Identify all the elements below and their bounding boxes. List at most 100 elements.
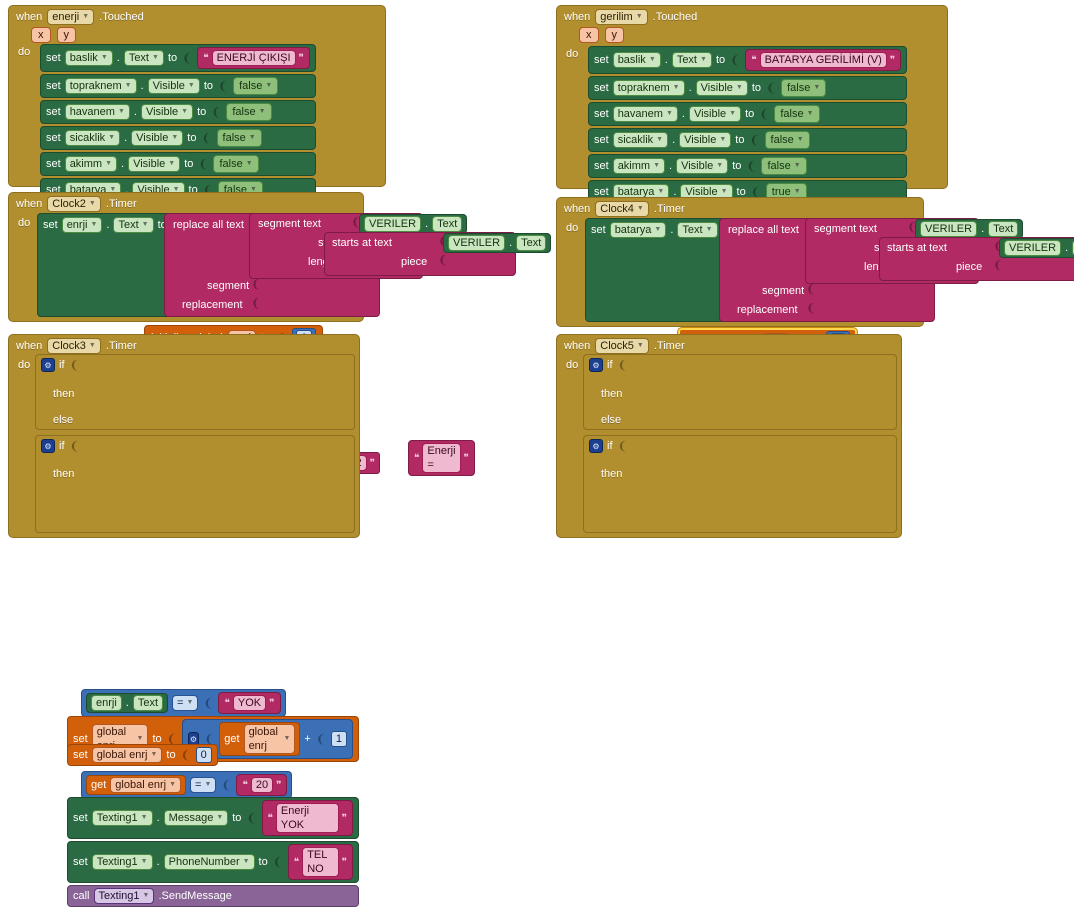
setter-row[interactable]: set Texting1 ▼ . PhoneNumber ▼ to ❨ ❝ TEL …	[67, 841, 359, 883]
property-field[interactable]: Visible▼	[131, 130, 184, 146]
property-field[interactable]: Text	[132, 695, 164, 711]
component-field[interactable]: baslik ▼	[612, 52, 661, 68]
compare-value[interactable]: 20	[250, 777, 274, 793]
property-field[interactable]: Visible▼	[128, 156, 181, 172]
property-field[interactable]: Text	[988, 221, 1019, 237]
variable-field[interactable]: global enrj▼	[110, 777, 181, 793]
property-field[interactable]: Visible▼	[695, 80, 748, 96]
compare-block-2[interactable]: get global enrj ▼ = ▼ ❨ ❝ 20 ❞	[81, 771, 293, 799]
setter-row[interactable]: set sicaklik ▼ . Visible ▼ to ❨ false ▼	[40, 126, 316, 150]
blocks-canvas[interactable]: when enerji ▼ .Touched x y do set baslik ▼…	[0, 0, 1074, 907]
gear-icon[interactable]: ⚙	[589, 358, 603, 372]
event-component-field[interactable]: Clock5 ▼	[595, 338, 649, 354]
property-field[interactable]: Text	[516, 235, 547, 251]
if-block-1[interactable]: ⚙ if ❨ then else	[35, 354, 355, 430]
gear-icon[interactable]: ⚙	[41, 439, 55, 453]
component-field[interactable]: akimm ▼	[64, 156, 118, 172]
component-field[interactable]: VERILER	[448, 235, 506, 251]
property-field[interactable]: Message ▼	[163, 810, 229, 826]
if-block-1[interactable]: ⚙ if ❨ then else	[583, 354, 897, 430]
component-field[interactable]: batarya ▼	[609, 222, 667, 238]
property-field[interactable]: Text	[432, 216, 463, 232]
event-component-field[interactable]: Clock3 ▼	[47, 338, 101, 354]
setter-row[interactable]: set havanem ▼ . Visible ▼ to ❨ false ▼	[588, 102, 908, 126]
setter-row[interactable]: set baslik ▼ . Text ▼ to ❨ ❝ ENERJİ ÇIKIŞI…	[40, 44, 316, 72]
variable-field[interactable]: global enrj▼	[243, 724, 296, 754]
event-block-gerilim-touched[interactable]: when gerilim ▼ .Touched x y do set baslik…	[556, 5, 948, 256]
param-y[interactable]: y	[56, 27, 76, 43]
property-field[interactable]: PhoneNumber ▼	[163, 854, 255, 870]
text-value[interactable]: TEL NO	[302, 847, 339, 877]
setter-row[interactable]: set Texting1 ▼ . Message ▼ to ❨ ❝ Enerji Y…	[67, 797, 359, 839]
component-field[interactable]: VERILER	[1004, 240, 1062, 256]
logic-value-block[interactable]: false▼	[781, 79, 827, 97]
param-x[interactable]: x	[31, 27, 51, 43]
text-value[interactable]: BATARYA GERİLİMİ (V)	[759, 52, 887, 68]
param-y[interactable]: y	[604, 27, 624, 43]
property-field[interactable]: Visible▼	[688, 106, 742, 122]
param-x[interactable]: x	[579, 27, 599, 43]
component-field[interactable]: VERILER	[364, 216, 422, 232]
set-global-enrj-else-block[interactable]: set global enrj ▼ to ❨ 0	[67, 744, 218, 766]
property-field[interactable]: Text ▼	[677, 222, 718, 238]
component-field[interactable]: topraknem ▼	[612, 80, 685, 96]
operator-field[interactable]: = ▼	[190, 777, 217, 793]
event-block-clock3-timer[interactable]: when Clock3 ▼ .Timer do ⚙ if ❨ then else …	[8, 334, 360, 907]
property-field[interactable]: Visible▼	[676, 158, 729, 174]
event-block-enerji-touched[interactable]: when enerji ▼ .Touched x y do set baslik ▼…	[8, 5, 386, 254]
call-sendmessage-block[interactable]: call Texting1 ▼ .SendMessage	[67, 885, 359, 907]
logic-value-block[interactable]: false▼	[226, 103, 272, 121]
get-global-enrj-block-2[interactable]: get global enrj ▼	[86, 775, 186, 795]
component-field[interactable]: havanem ▼	[64, 104, 130, 120]
event-block-clock4-timer[interactable]: when Clock4 ▼ .Timer do set batarya ▼ . Te…	[556, 197, 1074, 327]
if-block-2[interactable]: ⚙ if ❨ then	[35, 435, 355, 533]
text-value-block[interactable]: ❝ Enerji YOK ❞	[261, 800, 353, 836]
text-value-block[interactable]: ❝ BATARYA GERİLİMİ (V) ❞	[745, 49, 902, 71]
setter-row[interactable]: set havanem ▼ . Visible ▼ to ❨ false ▼	[40, 100, 316, 124]
component-field[interactable]: VERILER	[920, 221, 978, 237]
component-field[interactable]: Texting1 ▼	[93, 888, 155, 904]
component-field[interactable]: havanem ▼	[612, 106, 678, 122]
event-component-field[interactable]: Clock2 ▼	[47, 196, 101, 212]
property-field[interactable]: Visible▼	[140, 104, 194, 120]
getter-veriler-text[interactable]: VERILER . Text	[915, 219, 1024, 239]
event-component-field[interactable]: enerji ▼	[47, 9, 95, 25]
operator-field[interactable]: = ▼	[172, 695, 199, 711]
component-field[interactable]: enrji	[91, 695, 122, 711]
component-field[interactable]: sicaklik ▼	[64, 130, 121, 146]
property-field[interactable]: Visible▼	[679, 132, 732, 148]
property-field[interactable]: Text ▼	[123, 50, 164, 66]
getter-enrji-text[interactable]: enrji . Text	[86, 693, 169, 713]
compare-block-1[interactable]: enrji . Text = ▼ ❨ ❝ YOK ❞	[81, 689, 286, 717]
component-field[interactable]: topraknem ▼	[64, 78, 137, 94]
logic-value-block[interactable]: false▼	[761, 157, 807, 175]
setter-row[interactable]: set akimm ▼ . Visible ▼ to ❨ false ▼	[40, 152, 316, 176]
setter-row[interactable]: set topraknem ▼ . Visible ▼ to ❨ false ▼	[588, 76, 908, 100]
logic-value-block[interactable]: false▼	[764, 131, 810, 149]
text-value-block[interactable]: ❝ ENERJİ ÇIKIŞI ❞	[197, 47, 310, 69]
text-compare-value-2[interactable]: ❝ 20 ❞	[236, 774, 288, 796]
event-component-field[interactable]: Clock4 ▼	[595, 201, 649, 217]
getter-veriler-text-2[interactable]: VERILER . Text	[999, 238, 1074, 258]
compare-value[interactable]: YOK	[232, 695, 267, 711]
piece-value[interactable]: Enerji =	[422, 443, 461, 473]
component-field[interactable]: enrji▼	[61, 217, 103, 233]
addend-value[interactable]: 1	[330, 731, 347, 747]
component-field[interactable]: sicaklik ▼	[612, 132, 669, 148]
property-field[interactable]: Visible▼	[147, 78, 200, 94]
text-value-block[interactable]: ❝ TEL NO ❞	[287, 844, 353, 880]
piece-text-value[interactable]: ❝ Enerji = ❞	[408, 440, 475, 476]
event-block-clock2-timer[interactable]: when Clock2 ▼ .Timer do set enrji ▼ . Text…	[8, 192, 552, 507]
setter-row[interactable]: set topraknem ▼ . Visible ▼ to ❨ false ▼	[40, 74, 316, 98]
text-value[interactable]: Enerji YOK	[275, 803, 339, 833]
logic-value-block[interactable]: false▼	[233, 77, 279, 95]
variable-field[interactable]: global enrj▼	[91, 747, 163, 763]
logic-value-block[interactable]: false▼	[774, 105, 820, 123]
logic-value-block[interactable]: false▼	[213, 155, 259, 173]
setter-row[interactable]: set sicaklik ▼ . Visible ▼ to ❨ false ▼	[588, 128, 908, 152]
if-block-2[interactable]: ⚙ if ❨ then	[583, 435, 897, 533]
component-field[interactable]: Texting1 ▼	[91, 854, 153, 870]
get-global-enrj-block[interactable]: get global enrj ▼	[219, 722, 301, 756]
getter-veriler-text[interactable]: VERILER . Text	[359, 214, 468, 234]
component-field[interactable]: baslik ▼	[64, 50, 113, 66]
